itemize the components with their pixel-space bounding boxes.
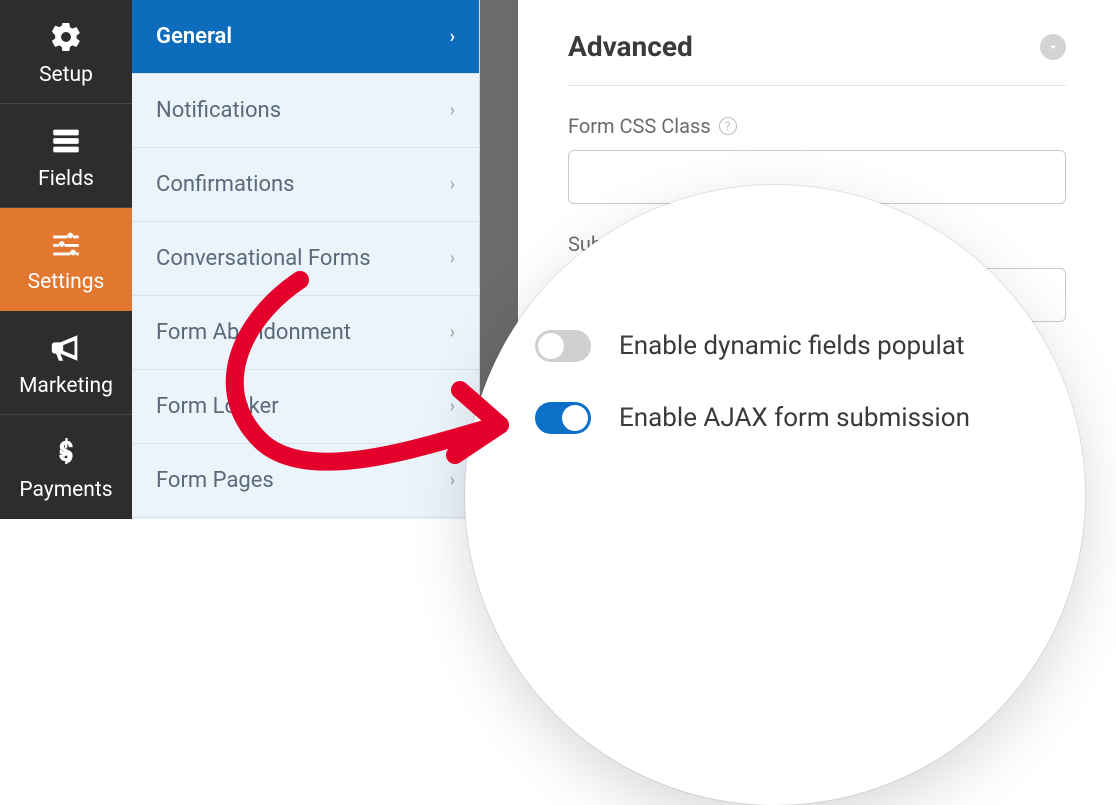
settings-item-label: Conversational Forms [156, 246, 371, 271]
settings-item-conversational-forms[interactable]: Conversational Forms › [132, 222, 479, 296]
nav-label: Setup [39, 63, 93, 87]
settings-item-label: Form Abandonment [156, 320, 351, 345]
chevron-right-icon: › [450, 322, 455, 343]
settings-subnav: General › Notifications › Confirmations … [132, 0, 480, 519]
chevron-right-icon: › [450, 26, 455, 47]
settings-item-confirmations[interactable]: Confirmations › [132, 148, 479, 222]
nav-label: Payments [19, 478, 112, 502]
settings-item-general[interactable]: General › [132, 0, 479, 74]
collapse-button[interactable] [1040, 34, 1066, 60]
nav-fields[interactable]: Fields [0, 104, 132, 208]
bullhorn-icon [46, 328, 86, 368]
toggle-label: Enable AJAX form submission [619, 403, 970, 433]
toggle-row-ajax: Enable AJAX form submission [535, 402, 1045, 434]
primary-nav: Setup Fields Settings Marketing $ Paymen… [0, 0, 132, 519]
panel-title: Advanced [568, 30, 693, 63]
dynamic-fields-toggle[interactable] [535, 330, 591, 362]
nav-label: Marketing [19, 374, 113, 398]
gear-icon [46, 17, 86, 57]
nav-setup[interactable]: Setup [0, 0, 132, 104]
settings-item-label: Form Locker [156, 394, 279, 419]
sliders-icon [46, 224, 86, 264]
help-icon[interactable]: ? [719, 117, 737, 135]
settings-item-label: Notifications [156, 98, 281, 123]
nav-label: Fields [38, 167, 94, 191]
svg-text:$: $ [58, 437, 74, 467]
nav-marketing[interactable]: Marketing [0, 311, 132, 415]
toggle-row-dynamic-fields: Enable dynamic fields populat [535, 330, 1045, 362]
field-label-text: Form CSS Class [568, 114, 711, 138]
chevron-right-icon: › [450, 174, 455, 195]
chevron-right-icon: › [450, 248, 455, 269]
chevron-right-icon: › [450, 100, 455, 121]
settings-item-label: Confirmations [156, 172, 295, 197]
nav-label: Settings [28, 270, 105, 294]
nav-payments[interactable]: $ Payments [0, 415, 132, 519]
settings-item-label: Form Pages [156, 468, 274, 493]
settings-item-notifications[interactable]: Notifications › [132, 74, 479, 148]
settings-item-form-pages[interactable]: Form Pages › [132, 444, 479, 518]
chevron-right-icon: › [450, 470, 455, 491]
toggle-label: Enable dynamic fields populat [619, 331, 964, 361]
chevron-down-icon [1045, 39, 1061, 55]
settings-item-form-locker[interactable]: Form Locker › [132, 370, 479, 444]
ajax-toggle[interactable] [535, 402, 591, 434]
magnifier-callout: Enable dynamic fields populat Enable AJA… [465, 185, 1085, 805]
nav-settings[interactable]: Settings [0, 208, 132, 312]
settings-item-form-abandonment[interactable]: Form Abandonment › [132, 296, 479, 370]
dollar-icon: $ [46, 432, 86, 472]
chevron-right-icon: › [450, 396, 455, 417]
settings-item-label: General [156, 24, 232, 49]
list-icon [46, 121, 86, 161]
